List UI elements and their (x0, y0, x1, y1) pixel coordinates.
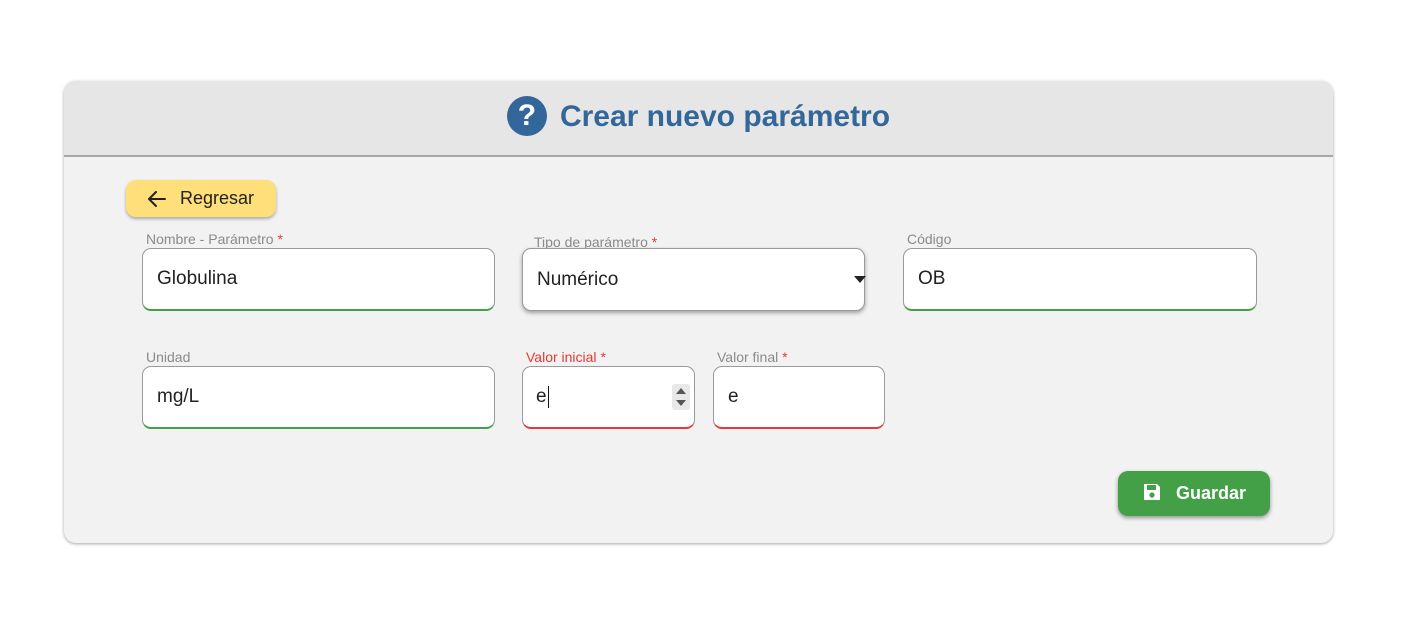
nombre-label: Nombre - Parámetro * (146, 231, 283, 247)
valor-final-input[interactable]: e (713, 366, 885, 429)
save-button[interactable]: Guardar (1118, 471, 1270, 516)
page-title: Crear nuevo parámetro (559, 100, 891, 133)
nombre-input[interactable]: Globulina (142, 248, 495, 311)
valor-final-label: Valor final * (717, 349, 788, 365)
back-button-label: Regresar (179, 188, 255, 208)
back-button[interactable]: Regresar (126, 180, 276, 217)
chevron-down-icon (854, 276, 866, 283)
spin-up-icon[interactable] (676, 388, 686, 394)
codigo-input[interactable]: OB (903, 248, 1257, 311)
unidad-input[interactable]: mg/L (142, 366, 495, 429)
text-cursor (547, 386, 549, 408)
save-button-label: Guardar (1175, 483, 1247, 503)
create-parameter-card: ? Crear nuevo parámetro Regresar Nombre … (64, 81, 1333, 543)
arrow-left-icon (147, 190, 166, 207)
valor-inicial-label: Valor inicial * (526, 349, 606, 365)
codigo-label: Código (907, 231, 952, 247)
number-spinner[interactable] (672, 384, 690, 410)
floppy-disk-icon (1143, 483, 1160, 500)
valor-inicial-input[interactable]: e (522, 366, 695, 429)
unidad-label: Unidad (146, 349, 191, 365)
tipo-select[interactable]: Numérico (522, 248, 866, 311)
help-circle-icon: ? (506, 96, 547, 136)
card-header: ? Crear nuevo parámetro (64, 81, 1333, 157)
spin-down-icon[interactable] (676, 400, 686, 406)
